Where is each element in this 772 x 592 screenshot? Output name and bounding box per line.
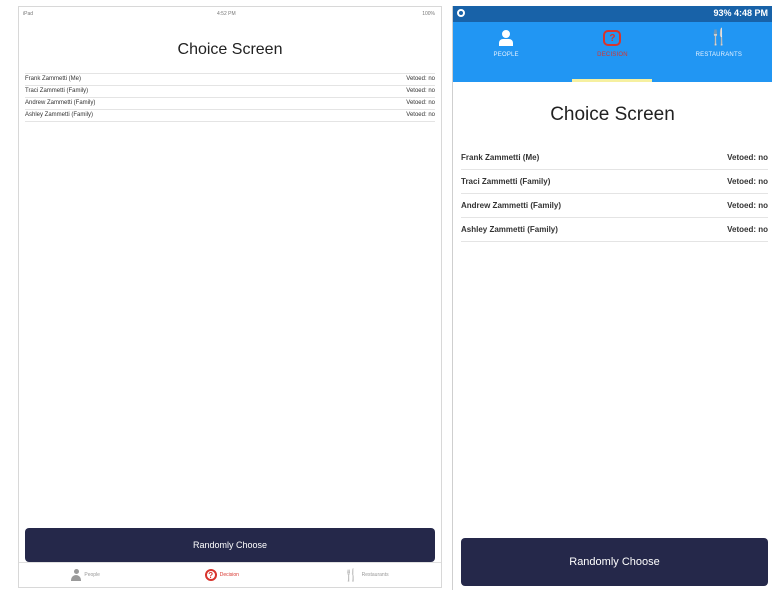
decision-icon: ? xyxy=(603,30,622,46)
list-item[interactable]: Traci Zammetti (Family) Vetoed: no xyxy=(461,170,768,194)
list-item[interactable]: Ashley Zammetti (Family) Vetoed: no xyxy=(461,218,768,242)
page-title: Choice Screen xyxy=(177,41,283,58)
page-title: Choice Screen xyxy=(550,104,675,125)
veto-status: Vetoed: no xyxy=(727,177,768,186)
person-name: Ashley Zammetti (Family) xyxy=(461,225,558,234)
person-icon xyxy=(499,30,514,46)
android-tab-bar: PEOPLE ? DECISION 🍴 RESTAURANTS xyxy=(453,22,772,82)
android-status-bar: 93% 4:48 PM xyxy=(453,6,772,22)
tab-restaurants[interactable]: 🍴 RESTAURANTS xyxy=(669,22,769,82)
ipad-battery-label: 100% xyxy=(422,11,435,17)
decision-icon: ? xyxy=(204,569,217,581)
fork-knife-icon: 🍴 xyxy=(708,29,729,46)
ipad-status-bar: iPad 4:52 PM 100% xyxy=(19,7,441,23)
veto-status: Vetoed: no xyxy=(727,201,768,210)
person-name: Traci Zammetti (Family) xyxy=(461,177,551,186)
list-item[interactable]: Andrew Zammetti (Family) Vetoed: no xyxy=(25,98,435,110)
tab-decision[interactable]: ? DECISION xyxy=(562,22,662,82)
list-item[interactable]: Frank Zammetti (Me) Vetoed: no xyxy=(25,74,435,86)
list-item[interactable]: Ashley Zammetti (Family) Vetoed: no xyxy=(25,110,435,122)
person-name: Frank Zammetti (Me) xyxy=(461,153,540,162)
ipad-screen: iPad 4:52 PM 100% Choice Screen Frank Za… xyxy=(18,6,442,588)
tab-decision[interactable]: ? Decision xyxy=(204,569,239,581)
people-list: Frank Zammetti (Me) Vetoed: no Traci Zam… xyxy=(461,146,768,242)
notification-icon xyxy=(457,9,465,17)
ipad-tab-bar: People ? Decision 🍴 Restaurants xyxy=(19,562,441,587)
tab-restaurants[interactable]: 🍴 Restaurants xyxy=(344,568,389,582)
person-name: Traci Zammetti (Family) xyxy=(25,88,89,94)
tab-label: People xyxy=(84,572,100,578)
veto-status: Vetoed: no xyxy=(406,88,435,94)
veto-status: Vetoed: no xyxy=(406,76,435,82)
android-status-info: 93% 4:48 PM xyxy=(713,8,768,18)
ipad-device-label: iPad xyxy=(23,11,34,17)
randomly-choose-button[interactable]: Randomly Choose xyxy=(461,538,768,586)
veto-status: Vetoed: no xyxy=(406,100,435,106)
tab-label: Decision xyxy=(219,572,239,578)
list-item[interactable]: Frank Zammetti (Me) Vetoed: no xyxy=(461,146,768,170)
randomly-choose-button[interactable]: Randomly Choose xyxy=(25,528,435,562)
android-screen: 93% 4:48 PM PEOPLE ? DECISION 🍴 RESTAURA… xyxy=(452,6,772,590)
ipad-status-time: 4:52 PM xyxy=(217,11,236,17)
list-item[interactable]: Traci Zammetti (Family) Vetoed: no xyxy=(25,86,435,98)
list-item[interactable]: Andrew Zammetti (Family) Vetoed: no xyxy=(461,194,768,218)
fork-knife-icon: 🍴 xyxy=(343,568,359,582)
tab-people[interactable]: PEOPLE xyxy=(456,22,556,82)
tab-people[interactable]: People xyxy=(71,569,100,581)
veto-status: Vetoed: no xyxy=(406,112,435,118)
tab-label: Restaurants xyxy=(361,572,389,578)
person-name: Ashley Zammetti (Family) xyxy=(25,112,94,118)
tab-label: RESTAURANTS xyxy=(695,52,743,58)
person-icon xyxy=(71,569,82,581)
tab-label: PEOPLE xyxy=(493,52,519,58)
person-name: Andrew Zammetti (Family) xyxy=(25,100,96,106)
people-list: Frank Zammetti (Me) Vetoed: no Traci Zam… xyxy=(25,73,435,122)
person-name: Andrew Zammetti (Family) xyxy=(461,201,562,210)
veto-status: Vetoed: no xyxy=(727,153,768,162)
person-name: Frank Zammetti (Me) xyxy=(25,76,82,82)
tab-label: DECISION xyxy=(597,52,628,58)
veto-status: Vetoed: no xyxy=(727,225,768,234)
